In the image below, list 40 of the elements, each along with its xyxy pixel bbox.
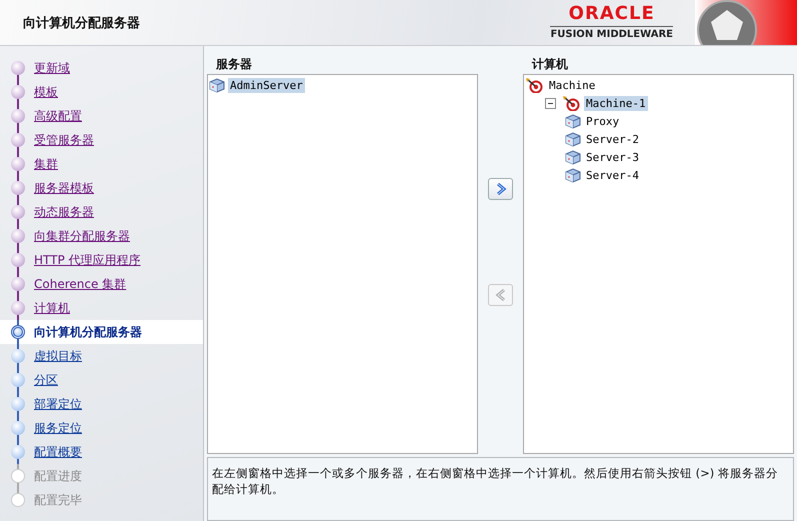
step-link[interactable]: 计算机 (34, 300, 70, 316)
step-link[interactable]: Coherence 集群 (34, 276, 126, 292)
step-link[interactable]: 服务器模板 (34, 180, 94, 196)
server-icon (565, 150, 581, 164)
step-link[interactable]: 分区 (34, 372, 58, 388)
step-link[interactable]: 更新域 (34, 60, 70, 76)
collapse-icon[interactable] (545, 98, 556, 108)
brand-logo: ORACLE (568, 5, 655, 23)
instruction-text: 在左侧窗格中选择一个或多个服务器，在右侧窗格中选择一个计算机。然后使用右箭头按钮 (>) 将服务器分配给计算机。 (212, 466, 778, 496)
server-icon (565, 168, 581, 182)
step-link[interactable]: 虚拟目标 (34, 348, 82, 364)
tree-item[interactable]: Machine (547, 78, 598, 92)
step-link[interactable]: 服务定位 (34, 420, 82, 436)
list-item[interactable]: Server-3 (584, 150, 641, 164)
step-link[interactable]: 受管服务器 (34, 132, 94, 148)
server-icon (565, 132, 581, 146)
step-link[interactable]: 高级配置 (34, 108, 82, 124)
list-item[interactable]: Server-4 (584, 168, 641, 182)
list-item[interactable]: AdminServer (228, 78, 305, 92)
server-icon (565, 114, 581, 128)
step-label: 向计算机分配服务器 (34, 324, 142, 340)
window-title: 向计算机分配服务器 (23, 14, 141, 32)
product-name: FUSION MIDDLEWARE (550, 26, 673, 40)
step-link[interactable]: 集群 (34, 156, 58, 172)
step-label: 配置进度 (34, 468, 82, 484)
list-item[interactable]: Server-2 (584, 132, 641, 146)
step-label: 配置完毕 (34, 492, 82, 508)
pane-heading: 服务器 (214, 56, 253, 73)
step-link[interactable]: 向集群分配服务器 (34, 228, 130, 244)
target-icon (562, 95, 581, 111)
step-link[interactable]: 部署定位 (34, 396, 82, 412)
server-icon (209, 78, 225, 92)
step-link[interactable]: 模板 (34, 84, 58, 100)
pane-heading: 计算机 (530, 56, 569, 73)
tree-item[interactable]: Machine-1 (584, 96, 648, 110)
move-right-button[interactable] (488, 178, 513, 200)
step-link[interactable]: HTTP 代理应用程序 (34, 252, 141, 268)
list-item[interactable]: Proxy (584, 114, 622, 128)
step-link[interactable]: 动态服务器 (34, 204, 94, 220)
step-link[interactable]: 配置概要 (34, 444, 82, 460)
